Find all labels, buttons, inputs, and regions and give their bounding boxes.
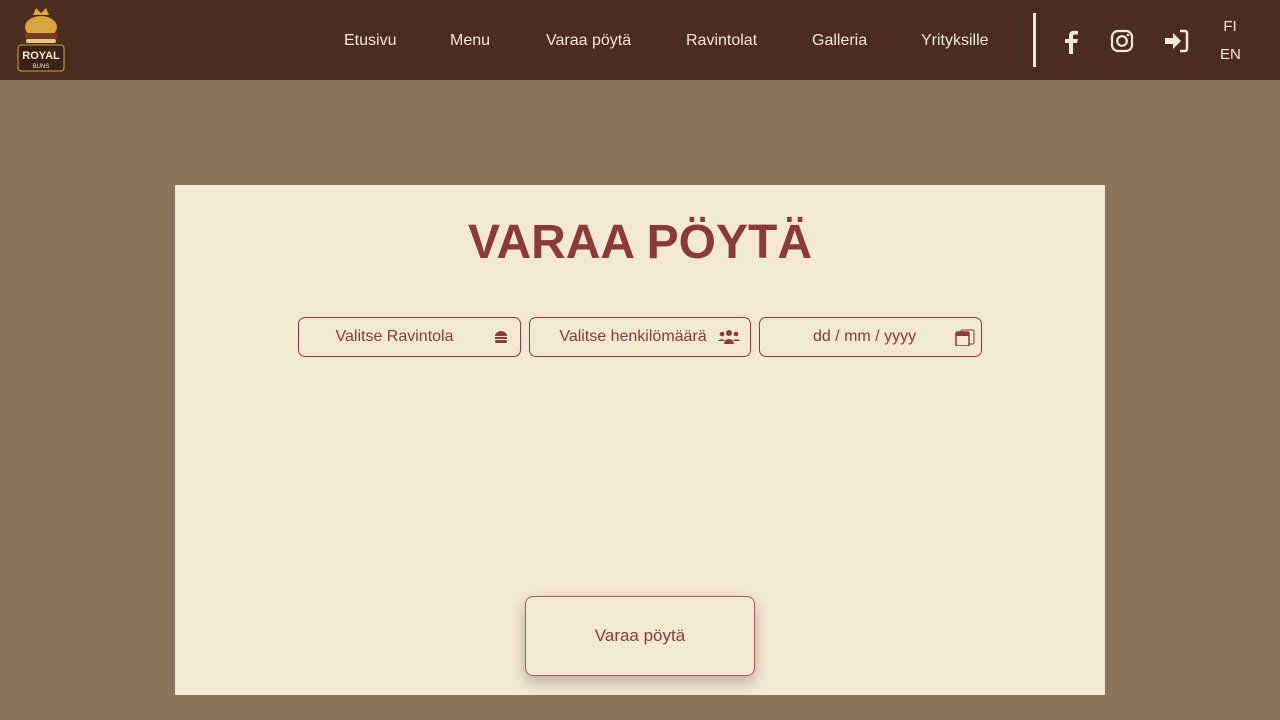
- login-icon[interactable]: [1163, 28, 1189, 54]
- nav-link-galleria[interactable]: Galleria: [812, 32, 867, 50]
- date-input[interactable]: dd / mm / yyyy: [759, 317, 982, 357]
- restaurant-select[interactable]: Valitse Ravintola: [298, 317, 521, 357]
- nav-link-etusivu[interactable]: Etusivu: [344, 32, 396, 50]
- date-input-placeholder: dd / mm / yyyy: [812, 328, 917, 345]
- svg-text:ROYAL: ROYAL: [22, 50, 60, 62]
- language-fi[interactable]: FI: [1220, 18, 1240, 35]
- restaurant-select-label: Valitse Ravintola: [335, 328, 454, 345]
- users-icon: [718, 330, 740, 344]
- burger-icon: [495, 331, 507, 343]
- submit-reservation-button[interactable]: Varaa pöytä: [525, 596, 755, 676]
- top-nav: ROYAL BUNS Etusivu Menu Varaa pöytä Ravi…: [0, 0, 1280, 80]
- people-count-select[interactable]: Valitse henkilömäärä: [529, 317, 751, 357]
- page-title: VARAA PÖYTÄ: [467, 216, 812, 269]
- svg-text:BUNS: BUNS: [33, 64, 50, 70]
- people-count-label: Valitse henkilömäärä: [559, 328, 707, 345]
- calendar-icon: [955, 329, 975, 346]
- nav-link-varaa-poyta[interactable]: Varaa pöytä: [546, 32, 631, 50]
- nav-link-yrityksille[interactable]: Yrityksille: [921, 32, 989, 50]
- reservation-card: VARAA PÖYTÄ Valitse Ravintola Valitse he…: [175, 185, 1105, 695]
- facebook-icon[interactable]: [1058, 28, 1084, 54]
- nav-divider: [1033, 13, 1036, 67]
- nav-link-menu[interactable]: Menu: [450, 32, 490, 50]
- language-en[interactable]: EN: [1220, 46, 1241, 63]
- royal-buns-logo[interactable]: ROYAL BUNS: [14, 5, 68, 75]
- instagram-icon[interactable]: [1109, 28, 1135, 54]
- nav-link-ravintolat[interactable]: Ravintolat: [686, 32, 757, 50]
